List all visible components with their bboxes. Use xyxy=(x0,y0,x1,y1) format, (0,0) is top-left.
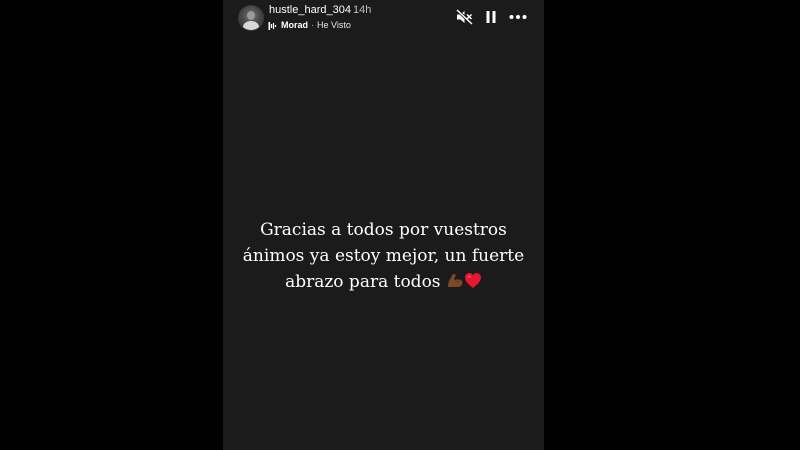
flexed-biceps-emoji xyxy=(447,274,463,287)
avatar-body xyxy=(243,21,259,30)
music-separator: · xyxy=(311,20,314,30)
red-heart-emoji xyxy=(464,273,481,288)
username[interactable]: hustle_hard_304 xyxy=(269,4,351,16)
story-header: hustle_hard_304 14h Morad · He Visto xyxy=(223,0,544,40)
speaker-muted-icon[interactable] xyxy=(456,9,474,25)
caption-line-3: abrazo para todos xyxy=(285,272,441,292)
pause-icon[interactable] xyxy=(484,9,498,25)
music-artist[interactable]: Morad xyxy=(281,20,308,30)
page: hustle_hard_304 14h Morad · He Visto Gra… xyxy=(0,0,800,450)
caption-line-1: Gracias a todos por vuestros xyxy=(260,220,507,240)
timestamp: 14h xyxy=(353,4,372,16)
more-options-icon[interactable] xyxy=(508,9,528,25)
story-caption: Gracias a todos por vuestros ánimos ya e… xyxy=(223,217,544,295)
story-viewer[interactable]: hustle_hard_304 14h Morad · He Visto Gra… xyxy=(223,0,544,450)
caption-line-2: ánimos ya estoy mejor, un fuerte xyxy=(242,246,525,266)
caption-line-3-wrapper: abrazo para todos xyxy=(223,269,544,295)
avatar-face xyxy=(247,11,255,20)
avatar[interactable] xyxy=(238,5,264,31)
music-song-title[interactable]: He Visto xyxy=(317,20,351,30)
music-note-icon xyxy=(268,22,277,30)
